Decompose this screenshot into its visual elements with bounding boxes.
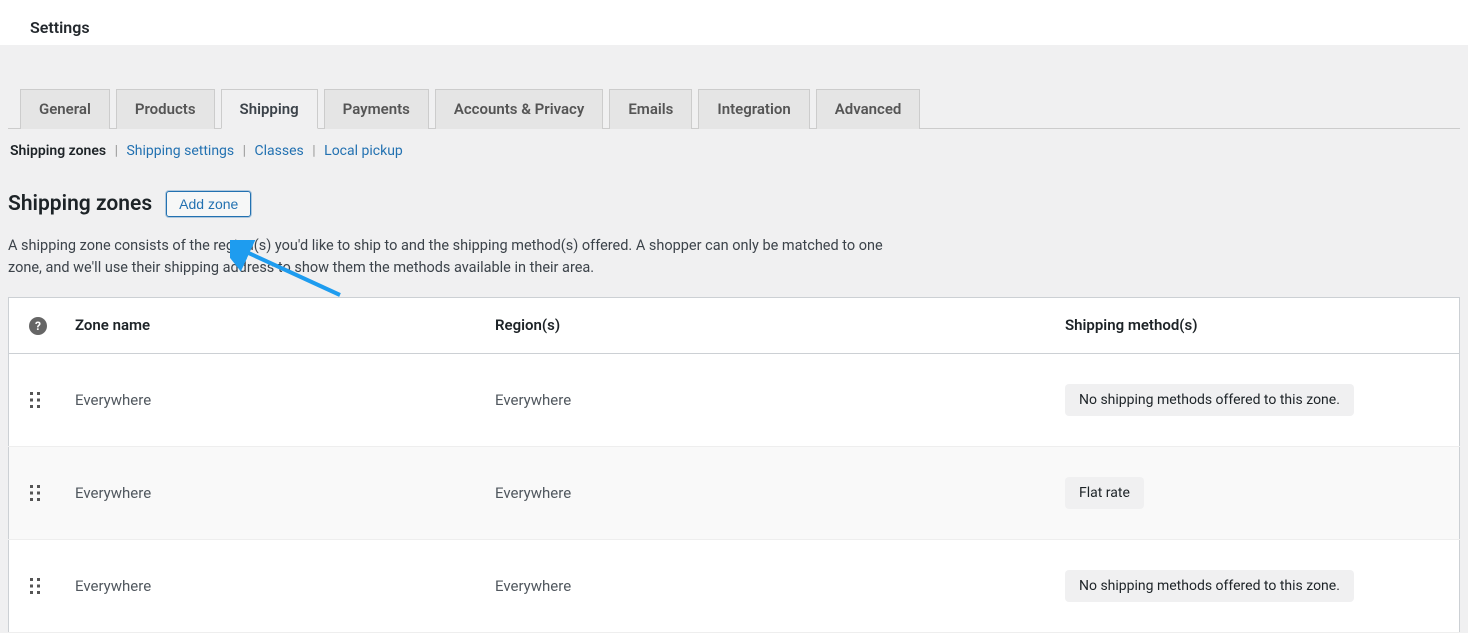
tab-payments[interactable]: Payments bbox=[324, 89, 429, 129]
help-icon[interactable]: ? bbox=[29, 317, 47, 335]
column-header-zone: Zone name bbox=[61, 297, 481, 353]
column-header-region: Region(s) bbox=[481, 297, 1051, 353]
tab-products[interactable]: Products bbox=[116, 89, 215, 129]
drag-handle-icon[interactable] bbox=[9, 446, 62, 539]
table-row[interactable]: Everywhere Everywhere No shipping method… bbox=[9, 353, 1460, 446]
method-pill: No shipping methods offered to this zone… bbox=[1065, 570, 1354, 602]
tab-integration[interactable]: Integration bbox=[698, 89, 809, 129]
separator: | bbox=[312, 143, 315, 159]
subtab-shipping-zones[interactable]: Shipping zones bbox=[10, 143, 106, 159]
method-pill: Flat rate bbox=[1065, 477, 1144, 509]
shipping-zones-table: ? Zone name Region(s) Shipping method(s)… bbox=[8, 297, 1460, 633]
tab-general[interactable]: General bbox=[20, 89, 110, 129]
separator: | bbox=[115, 143, 118, 159]
zone-name-cell: Everywhere bbox=[61, 539, 481, 632]
drag-handle-icon[interactable] bbox=[9, 353, 62, 446]
subtab-local-pickup[interactable]: Local pickup bbox=[324, 143, 403, 159]
zone-name-cell: Everywhere bbox=[61, 446, 481, 539]
separator: | bbox=[243, 143, 246, 159]
table-row[interactable]: Everywhere Everywhere No shipping method… bbox=[9, 539, 1460, 632]
page-title: Settings bbox=[30, 18, 1468, 37]
subtab-classes[interactable]: Classes bbox=[255, 143, 304, 159]
tab-accounts-privacy[interactable]: Accounts & Privacy bbox=[435, 89, 604, 129]
section-description: A shipping zone consists of the region(s… bbox=[8, 225, 888, 297]
drag-handle-icon[interactable] bbox=[9, 539, 62, 632]
methods-cell: No shipping methods offered to this zone… bbox=[1051, 539, 1460, 632]
methods-cell: Flat rate bbox=[1051, 446, 1460, 539]
settings-tabs: General Products Shipping Payments Accou… bbox=[8, 45, 1460, 129]
tab-advanced[interactable]: Advanced bbox=[816, 89, 921, 129]
add-zone-button[interactable]: Add zone bbox=[166, 191, 251, 217]
shipping-subtabs: Shipping zones | Shipping settings | Cla… bbox=[8, 129, 1460, 169]
region-cell: Everywhere bbox=[481, 446, 1051, 539]
method-pill: No shipping methods offered to this zone… bbox=[1065, 384, 1354, 416]
methods-cell: No shipping methods offered to this zone… bbox=[1051, 353, 1460, 446]
zone-name-cell: Everywhere bbox=[61, 353, 481, 446]
section-title: Shipping zones bbox=[8, 192, 152, 216]
region-cell: Everywhere bbox=[481, 353, 1051, 446]
tab-emails[interactable]: Emails bbox=[609, 89, 692, 129]
subtab-shipping-settings[interactable]: Shipping settings bbox=[126, 143, 234, 159]
column-header-methods: Shipping method(s) bbox=[1051, 297, 1460, 353]
tab-shipping[interactable]: Shipping bbox=[221, 89, 318, 129]
column-header-handle: ? bbox=[9, 297, 62, 353]
table-row[interactable]: Everywhere Everywhere Flat rate bbox=[9, 446, 1460, 539]
region-cell: Everywhere bbox=[481, 539, 1051, 632]
